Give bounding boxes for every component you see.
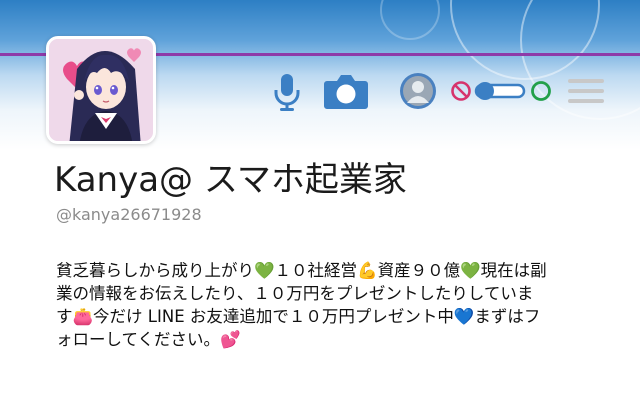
profile-display-name: Kanya@ スマホ起業家 (54, 160, 407, 200)
no-entry-icon[interactable] (450, 80, 472, 102)
bio-line: ォローしてください。💕 (56, 330, 241, 349)
menu-icon[interactable] (566, 76, 606, 106)
avatar-illustration (49, 39, 153, 141)
avatar-icon[interactable] (399, 72, 437, 110)
bio-line: 貧乏暮らしから成り上がり💚１０社経営💪資産９０億💚現在は副 (56, 261, 547, 280)
camera-icon[interactable] (323, 72, 369, 110)
decorative-circle (380, 0, 440, 40)
profile-avatar[interactable] (46, 36, 156, 144)
bio-line: 業の情報をお伝えしたり、１０万円をプレゼントしたりしていま (56, 284, 534, 303)
profile-bio: 貧乏暮らしから成り上がり💚１０社経営💪資産９０億💚現在は副 業の情報をお伝えした… (56, 259, 616, 351)
profile-handle[interactable]: @kanya26671928 (56, 205, 202, 224)
bio-line: す👛今だけ LINE お友達追加で１０万円プレゼント中💙まずはフ (56, 307, 541, 326)
circle-icon[interactable] (530, 80, 552, 102)
microphone-icon[interactable] (272, 72, 302, 112)
toggle-icon[interactable] (474, 80, 528, 102)
